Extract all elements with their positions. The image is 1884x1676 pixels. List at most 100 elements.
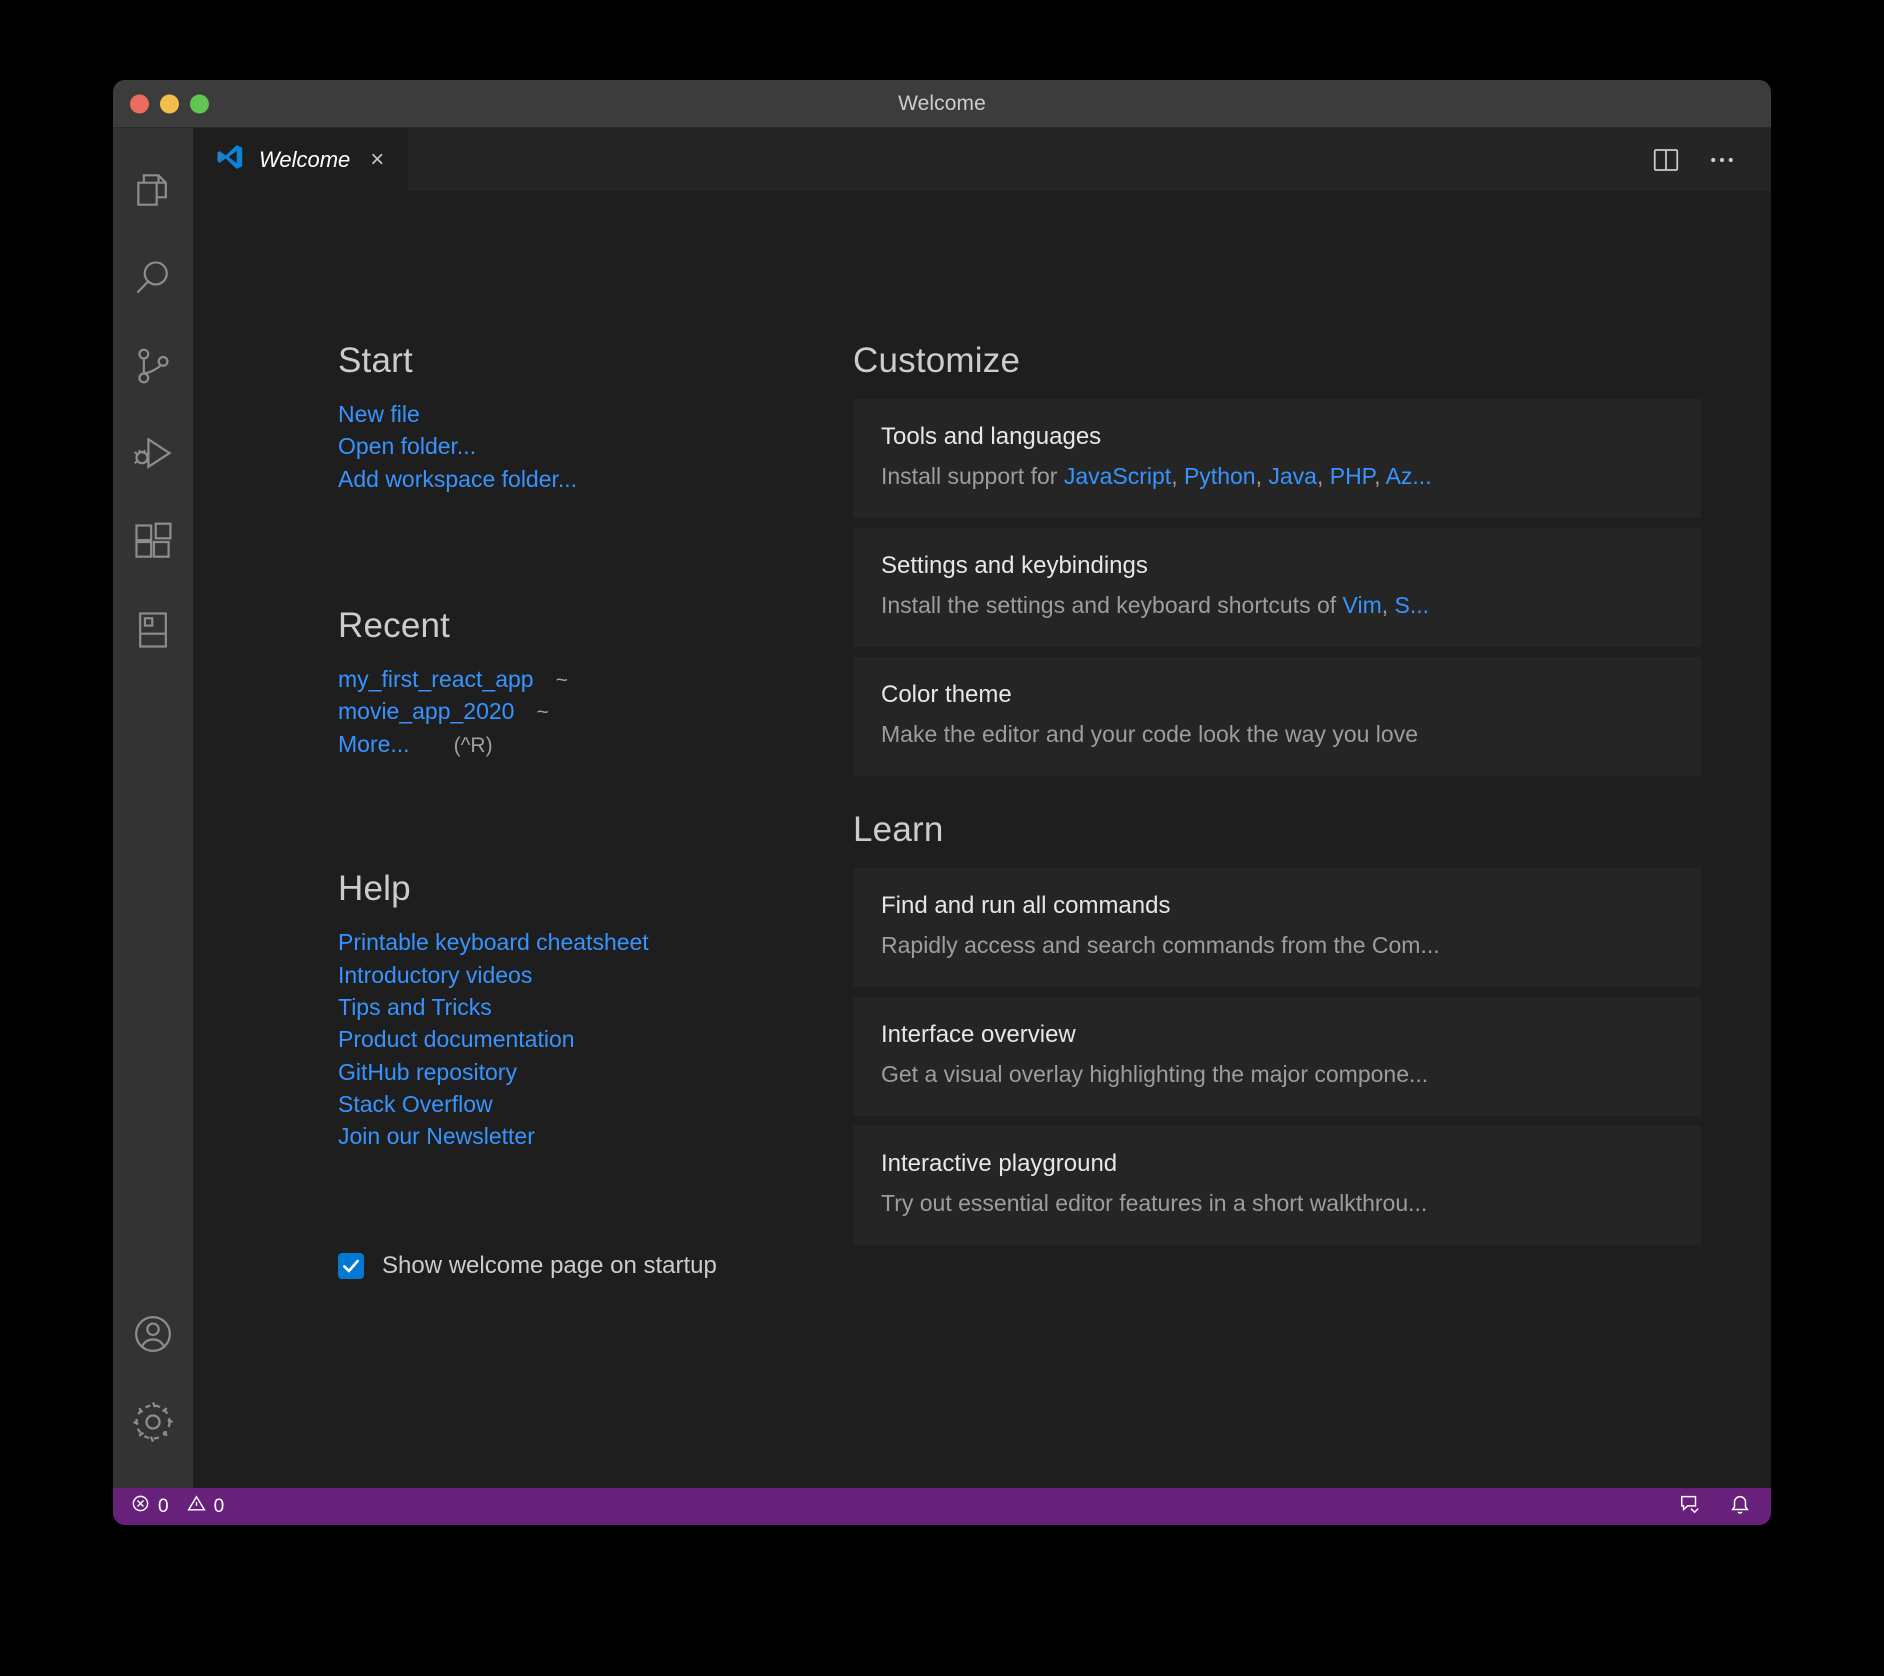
show-welcome-on-startup-label[interactable]: Show welcome page on startup: [382, 1252, 717, 1280]
card-title: Color theme: [881, 681, 1012, 708]
card-title: Interactive playground: [881, 1150, 1118, 1177]
help-link-printable-keyboard-cheatsheet[interactable]: Printable keyboard cheatsheet: [338, 927, 853, 957]
sidebar-item-extensions[interactable]: [113, 498, 193, 586]
status-bar-left: 0 0: [131, 1494, 224, 1519]
card-color-theme[interactable]: Color theme Make the editor and your cod…: [853, 657, 1701, 776]
sidebar-item-search[interactable]: [113, 234, 193, 322]
welcome-right-column: Customize Tools and languages Install su…: [853, 341, 1771, 1488]
warning-count: 0: [213, 1495, 225, 1517]
help-section: Help Printable keyboard cheatsheet Intro…: [338, 869, 853, 1152]
sidebar-item-run-and-debug[interactable]: [113, 410, 193, 498]
card-description: Get a visual overlay highlighting the ma…: [881, 1061, 1429, 1087]
vscode-window: Welcome Welcome × Start New file Open fo…: [113, 80, 1771, 1525]
editor-actions: [1651, 128, 1771, 191]
card-description: Rapidly access and search commands from …: [881, 932, 1440, 958]
run-debug-icon: [131, 432, 175, 476]
help-links: Printable keyboard cheatsheet Introducto…: [338, 927, 853, 1152]
recent-item-path: ~: [555, 669, 568, 693]
help-link-github-repository[interactable]: GitHub repository: [338, 1057, 853, 1087]
recent-list: my_first_react_app ~ movie_app_2020 ~ Mo…: [338, 664, 853, 759]
language-link-azure[interactable]: Az...: [1386, 463, 1432, 489]
card-title: Interface overview: [881, 1021, 1076, 1048]
split-editor-icon[interactable]: [1651, 145, 1681, 175]
language-link-java[interactable]: Java: [1268, 463, 1317, 489]
error-circle-icon: [131, 1494, 150, 1519]
card-description: Install the settings and keyboard shortc…: [881, 592, 1430, 618]
sidebar-item-source-control[interactable]: [113, 322, 193, 410]
keymap-link-vim[interactable]: Vim: [1343, 592, 1382, 618]
language-link-php[interactable]: PHP: [1330, 463, 1374, 489]
feedback-icon[interactable]: [1679, 1493, 1701, 1521]
list-item[interactable]: movie_app_2020 ~: [338, 696, 853, 726]
close-icon[interactable]: ×: [370, 147, 384, 172]
card-title: Settings and keybindings: [881, 552, 1148, 579]
start-heading: Start: [338, 341, 413, 380]
bell-icon[interactable]: [1729, 1493, 1751, 1521]
learn-heading: Learn: [853, 810, 944, 849]
remote-explorer-icon: [131, 608, 175, 652]
gear-icon: [130, 1399, 176, 1445]
sidebar-item-accounts[interactable]: [113, 1290, 193, 1378]
recent-heading: Recent: [338, 606, 451, 646]
vscode-logo-icon: [215, 142, 245, 177]
more-actions-icon[interactable]: [1707, 145, 1737, 175]
card-find-and-run-all-commands[interactable]: Find and run all commands Rapidly access…: [853, 868, 1701, 987]
minimize-window-button[interactable]: [160, 94, 179, 113]
status-bar: 0 0: [113, 1488, 1771, 1525]
recent-more-keybinding: (^R): [453, 733, 493, 757]
help-link-join-our-newsletter[interactable]: Join our Newsletter: [338, 1121, 853, 1151]
recent-item-name[interactable]: my_first_react_app: [338, 664, 534, 694]
keymap-link-sublime[interactable]: S...: [1395, 592, 1430, 618]
source-control-icon: [131, 344, 175, 388]
recent-item-name[interactable]: movie_app_2020: [338, 696, 514, 726]
recent-more-link[interactable]: More...: [338, 729, 410, 759]
card-interactive-playground[interactable]: Interactive playground Try out essential…: [853, 1126, 1701, 1245]
help-link-tips-and-tricks[interactable]: Tips and Tricks: [338, 992, 853, 1022]
sidebar-item-manage[interactable]: [113, 1378, 193, 1466]
status-problems[interactable]: 0 0: [131, 1494, 224, 1519]
card-description: Try out essential editor features in a s…: [881, 1190, 1428, 1216]
maximize-window-button[interactable]: [190, 94, 209, 113]
extensions-icon: [131, 520, 175, 564]
help-link-stack-overflow[interactable]: Stack Overflow: [338, 1089, 853, 1119]
close-window-button[interactable]: [130, 94, 149, 113]
card-tools-and-languages[interactable]: Tools and languages Install support for …: [853, 399, 1701, 518]
start-link-add-workspace-folder[interactable]: Add workspace folder...: [338, 464, 853, 494]
recent-section: Recent my_first_react_app ~ movie_app_20…: [338, 606, 853, 759]
card-title: Tools and languages: [881, 423, 1102, 450]
show-welcome-on-startup-row[interactable]: Show welcome page on startup: [338, 1252, 853, 1280]
window-title: Welcome: [898, 91, 986, 115]
activity-bar: [113, 128, 193, 1488]
sidebar-item-explorer[interactable]: [113, 146, 193, 234]
welcome-page: Start New file Open folder... Add worksp…: [193, 191, 1771, 1488]
card-desc-prefix: Install support for: [881, 463, 1064, 489]
card-interface-overview[interactable]: Interface overview Get a visual overlay …: [853, 997, 1701, 1116]
recent-more-row[interactable]: More... (^R): [338, 729, 853, 759]
card-title: Find and run all commands: [881, 892, 1171, 919]
search-icon: [131, 256, 175, 300]
tab-welcome[interactable]: Welcome ×: [193, 128, 410, 191]
window-controls: [130, 94, 209, 113]
start-link-open-folder[interactable]: Open folder...: [338, 431, 853, 461]
help-link-introductory-videos[interactable]: Introductory videos: [338, 960, 853, 990]
sidebar-item-remote-explorer[interactable]: [113, 586, 193, 674]
language-link-python[interactable]: Python: [1184, 463, 1256, 489]
show-welcome-on-startup-checkbox[interactable]: [338, 1252, 364, 1279]
customize-cards: Tools and languages Install support for …: [853, 399, 1701, 776]
card-settings-and-keybindings[interactable]: Settings and keybindings Install the set…: [853, 528, 1701, 647]
files-icon: [131, 168, 175, 212]
help-link-product-documentation[interactable]: Product documentation: [338, 1024, 853, 1054]
editor-area: Welcome × Start New file Open folder... …: [193, 128, 1771, 1488]
error-count: 0: [158, 1495, 169, 1517]
language-link-javascript[interactable]: JavaScript: [1064, 463, 1171, 489]
recent-item-path: ~: [536, 701, 549, 725]
status-bar-right: [1679, 1493, 1751, 1521]
start-link-new-file[interactable]: New file: [338, 399, 853, 429]
list-item[interactable]: my_first_react_app ~: [338, 664, 853, 694]
help-heading: Help: [338, 869, 411, 909]
card-description: Install support for JavaScript, Python, …: [881, 463, 1432, 489]
card-desc-prefix: Install the settings and keyboard shortc…: [881, 592, 1343, 618]
account-icon: [131, 1312, 175, 1356]
